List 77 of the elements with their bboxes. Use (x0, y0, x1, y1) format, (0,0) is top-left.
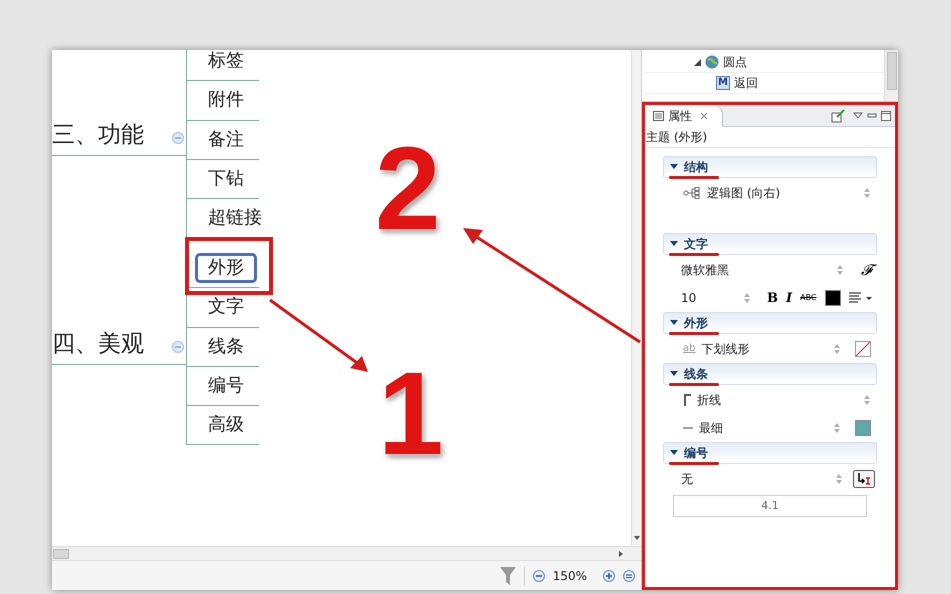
numbering-value[interactable]: 无 (681, 470, 829, 488)
no-fill-swatch-icon[interactable] (855, 341, 871, 357)
expanded-caret-icon[interactable] (670, 320, 678, 326)
close-icon[interactable] (700, 112, 708, 120)
subtopic-label[interactable]: 外形 (195, 253, 257, 284)
filter-icon[interactable] (500, 566, 516, 584)
view-menu-icon[interactable] (853, 112, 863, 120)
horizontal-scrollbar[interactable] (52, 546, 641, 560)
scrollbar-thumb[interactable] (53, 548, 69, 558)
annotation-underline (669, 383, 719, 386)
expanded-caret-icon[interactable] (670, 371, 678, 377)
subtopic-label[interactable]: 编号 (195, 377, 257, 396)
section-header[interactable]: 文字 (663, 233, 877, 255)
subtopic-label[interactable]: 高级 (195, 416, 257, 434)
topic-label[interactable]: 三、功能 (52, 124, 144, 147)
outline-scrollbar[interactable] (884, 50, 898, 101)
vertical-scrollbar[interactable] (631, 50, 641, 546)
section-header[interactable]: 编号 (663, 442, 877, 464)
subtopic-label[interactable]: 附件 (195, 91, 257, 110)
collapse-icon[interactable] (172, 132, 184, 144)
outline-item-label[interactable]: 返回 (734, 74, 758, 92)
font-script-icon[interactable]: 𝓕 (858, 259, 875, 281)
line-shape-value[interactable]: 折线 (697, 391, 857, 409)
panel-subtitle: 主题 (外形) (645, 127, 895, 148)
zoom-level: 150% (552, 568, 587, 584)
minimize-icon[interactable] (867, 112, 877, 120)
subtopic-label[interactable]: 下钻 (195, 170, 257, 188)
scrollbar-thumb[interactable] (886, 52, 896, 90)
subtopic-label[interactable]: 超链接 (195, 209, 275, 228)
italic-toggle[interactable]: I (786, 292, 792, 304)
expanded-caret-icon[interactable] (670, 164, 678, 170)
section-header[interactable]: 结构 (663, 156, 877, 178)
globe-icon (705, 55, 719, 69)
line-width-value[interactable]: 最细 (699, 419, 827, 437)
maximize-icon[interactable] (881, 110, 891, 120)
font-name-value[interactable]: 微软雅黑 (681, 261, 830, 279)
subtopic-label[interactable]: 线条 (195, 338, 257, 356)
align-left-icon[interactable] (848, 292, 872, 304)
annotation-number: 1 (378, 355, 444, 473)
tree-structure-icon (683, 187, 701, 199)
annotation-underline (669, 462, 719, 465)
expanded-caret-icon[interactable] (670, 450, 678, 456)
bold-toggle[interactable]: B (767, 292, 778, 304)
numbering-format-icon[interactable] (853, 470, 875, 488)
subtopic-label[interactable]: 备注 (195, 130, 257, 149)
underline-shape-icon: ab (683, 344, 696, 354)
annotation-underline (669, 332, 719, 335)
subtopic-label[interactable]: 文字 (195, 298, 257, 316)
expanded-caret-icon[interactable] (670, 241, 678, 247)
topic-label[interactable]: 四、美观 (52, 333, 144, 356)
pin-icon[interactable] (831, 108, 845, 122)
zoom-out-icon[interactable] (532, 570, 545, 582)
list-icon (653, 110, 664, 120)
annotation-number: 2 (375, 130, 441, 248)
fit-icon[interactable] (623, 570, 635, 582)
annotation-underline (669, 176, 719, 179)
annotation-underline (669, 253, 719, 256)
line-color-swatch[interactable] (855, 420, 871, 436)
tree-toggle-icon[interactable] (694, 58, 701, 66)
scroll-right-icon[interactable] (619, 550, 623, 556)
font-color-swatch[interactable] (824, 290, 840, 306)
outline-item-label[interactable]: 圆点 (723, 53, 747, 71)
strikethrough-toggle[interactable]: ABC (800, 294, 816, 302)
collapse-icon[interactable] (172, 341, 184, 353)
scroll-down-icon[interactable] (634, 536, 640, 540)
numbering-preview: 4.1 (673, 495, 867, 517)
properties-tab[interactable]: 属性 (645, 104, 723, 126)
structure-value[interactable]: 逻辑图 (向右) (707, 184, 857, 202)
section-header[interactable]: 线条 (663, 363, 877, 385)
thin-line-icon (683, 426, 693, 430)
marker-m-icon: M (716, 76, 730, 90)
section-header[interactable]: 外形 (663, 312, 877, 334)
shape-value[interactable]: 下划线形 (701, 340, 827, 358)
zoom-in-icon[interactable] (603, 570, 615, 582)
font-size-value[interactable]: 10 (681, 289, 735, 307)
subtopic-label[interactable]: 标签 (195, 52, 257, 70)
elbow-line-icon (683, 394, 691, 406)
